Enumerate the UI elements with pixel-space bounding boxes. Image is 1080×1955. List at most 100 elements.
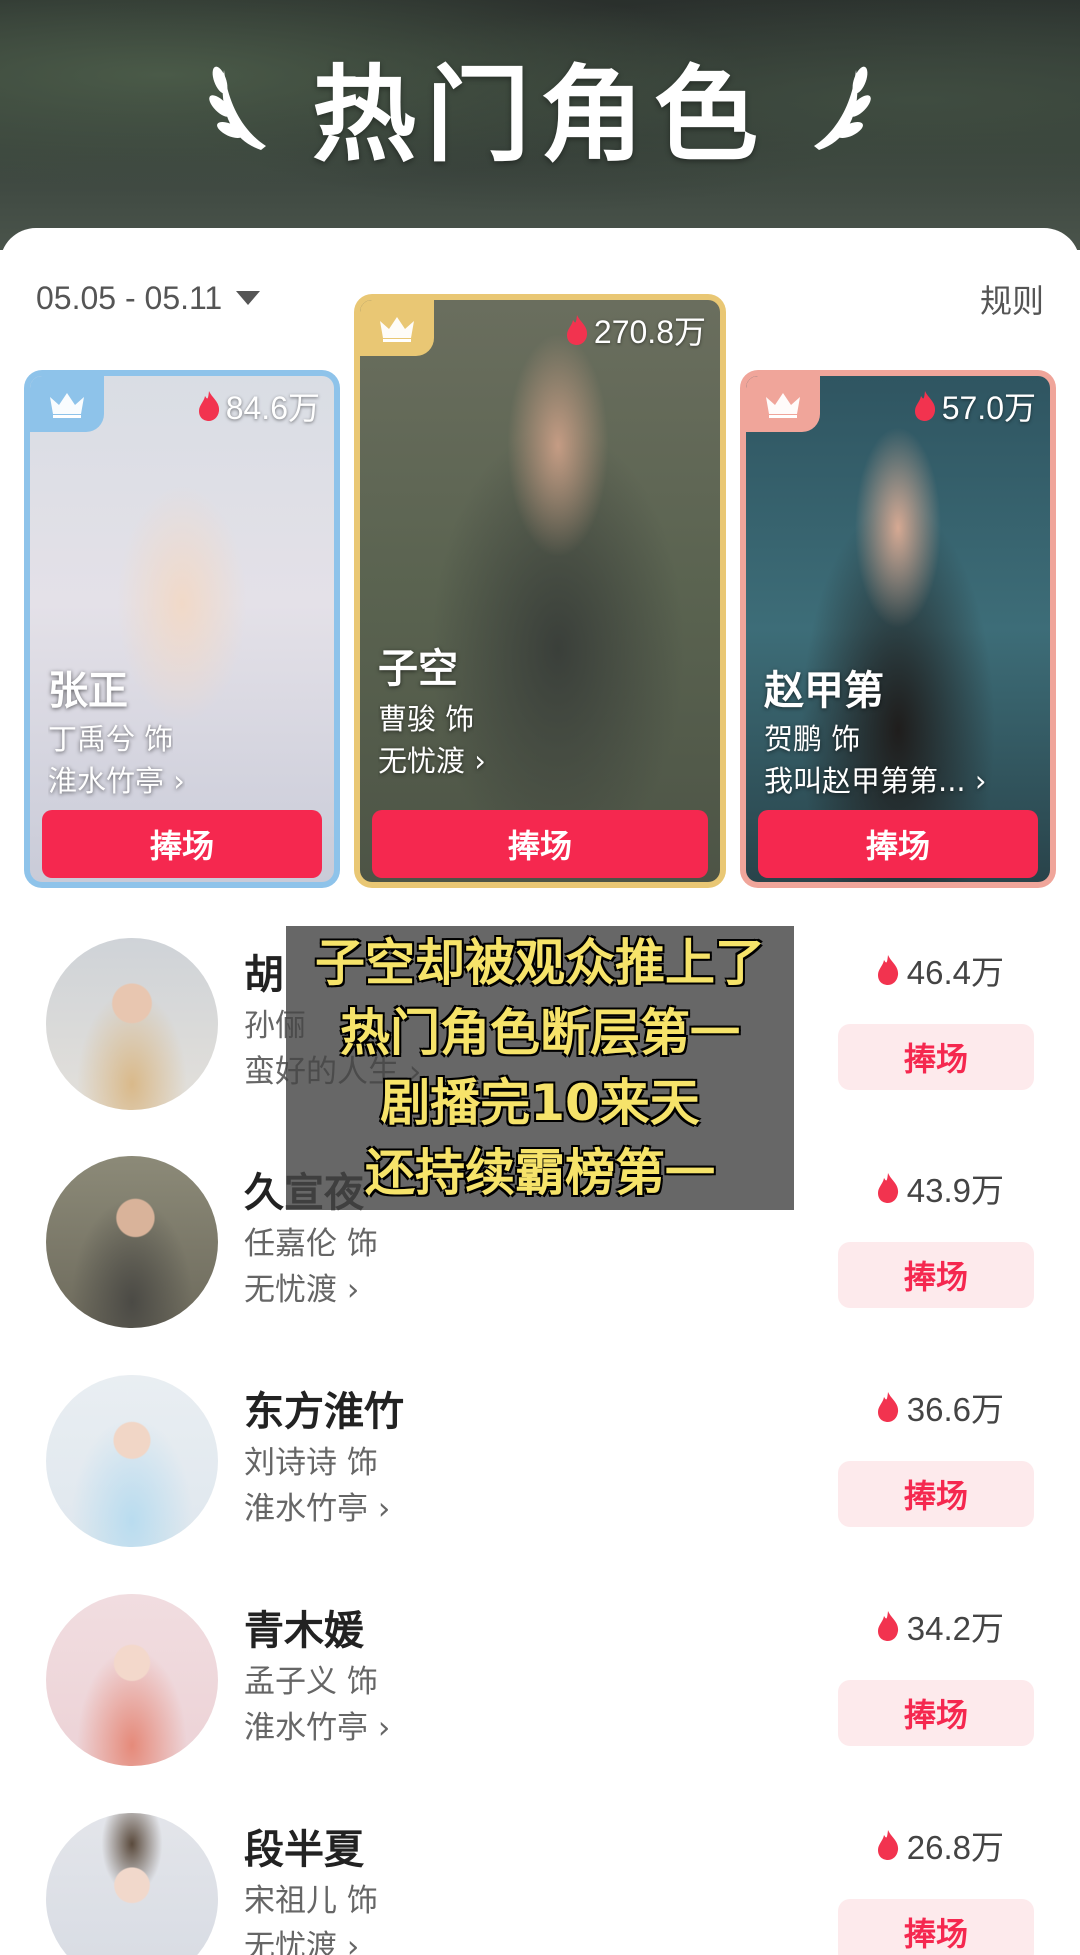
drama-title: 我叫赵甲第第... bbox=[764, 764, 966, 798]
heat-count: 26.8万 bbox=[875, 1823, 1004, 1867]
heat-value: 270.8万 bbox=[593, 314, 706, 350]
laurel-left-icon bbox=[209, 66, 266, 150]
crown-icon bbox=[380, 317, 414, 342]
caption-overlay: 子空却被观众推上了 热门角色断层第一 剧播完10来天 还持续霸榜第一 bbox=[286, 926, 794, 1210]
crown-badge bbox=[746, 376, 820, 432]
character-photo: 84.6万 张正 丁禹兮 饰 淮水竹亭 › 捧场 bbox=[30, 376, 334, 882]
flame-icon bbox=[566, 315, 587, 345]
character-name: 东方淮竹 bbox=[244, 1389, 404, 1435]
list-item[interactable]: 东方淮竹 刘诗诗 饰 淮水竹亭 › 36.6万 捧场 bbox=[0, 1365, 1080, 1547]
avatar bbox=[46, 1156, 218, 1328]
drama-title: 淮水竹亭 bbox=[48, 764, 165, 798]
support-button[interactable]: 捧场 bbox=[838, 1461, 1034, 1527]
date-range-label: 05.05 - 05.11 bbox=[36, 279, 223, 316]
caret-down-icon bbox=[236, 291, 261, 305]
heat-value: 84.6万 bbox=[225, 390, 320, 426]
actor-name: 任嘉伦 饰 bbox=[244, 1226, 378, 1262]
crown-badge bbox=[30, 376, 104, 432]
character-name: 张正 bbox=[48, 668, 128, 714]
heat-value: 34.2万 bbox=[906, 1610, 1004, 1647]
chevron-right-icon: › bbox=[377, 1710, 391, 1746]
actor-name: 孟子义 饰 bbox=[244, 1664, 378, 1700]
drama-link[interactable]: 淮水竹亭 › bbox=[244, 1483, 390, 1528]
laurel-right-icon bbox=[814, 66, 871, 150]
chevron-right-icon: › bbox=[974, 764, 987, 798]
chevron-right-icon: › bbox=[377, 1491, 391, 1527]
heat-count: 84.6万 bbox=[196, 384, 320, 428]
caption-line: 剧播完10来天 bbox=[380, 1074, 700, 1132]
support-button[interactable]: 捧场 bbox=[838, 1899, 1034, 1955]
actor-name: 丁禹兮 饰 bbox=[48, 722, 174, 756]
heat-count: 43.9万 bbox=[875, 1166, 1004, 1210]
drama-link[interactable]: 淮水竹亭 › bbox=[48, 758, 185, 800]
actor-name: 贺鹏 饰 bbox=[764, 722, 861, 756]
chevron-right-icon: › bbox=[474, 744, 486, 778]
avatar bbox=[46, 1813, 218, 1955]
character-name: 赵甲第 bbox=[764, 668, 884, 714]
support-button[interactable]: 捧场 bbox=[372, 810, 708, 878]
flame-icon bbox=[914, 391, 935, 421]
drama-title: 淮水竹亭 bbox=[244, 1491, 368, 1527]
flame-icon bbox=[877, 955, 898, 985]
drama-link[interactable]: 淮水竹亭 › bbox=[244, 1702, 390, 1747]
crown-badge bbox=[360, 300, 434, 356]
flame-icon bbox=[877, 1392, 898, 1422]
actor-name: 曹骏 饰 bbox=[378, 702, 475, 736]
chevron-right-icon: › bbox=[173, 764, 185, 798]
heat-count: 36.6万 bbox=[875, 1385, 1004, 1429]
actor-name: 刘诗诗 饰 bbox=[244, 1445, 378, 1481]
drama-link[interactable]: 无忧渡 › bbox=[244, 1264, 359, 1309]
character-photo: 270.8万 子空 曹骏 饰 无忧渡 › 捧场 bbox=[360, 300, 720, 882]
heat-count: 46.4万 bbox=[875, 948, 1004, 992]
drama-title: 无忧渡 bbox=[244, 1272, 337, 1308]
caption-line: 还持续霸榜第一 bbox=[365, 1144, 715, 1202]
heat-value: 57.0万 bbox=[941, 390, 1036, 426]
drama-title: 淮水竹亭 bbox=[244, 1710, 368, 1746]
actor-name: 宋祖儿 饰 bbox=[244, 1883, 378, 1919]
support-button[interactable]: 捧场 bbox=[758, 810, 1038, 878]
list-item[interactable]: 青木媛 孟子义 饰 淮水竹亭 › 34.2万 捧场 bbox=[0, 1584, 1080, 1766]
page-title: 热门角色 bbox=[311, 53, 768, 176]
heat-value: 43.9万 bbox=[906, 1172, 1004, 1209]
support-button[interactable]: 捧场 bbox=[838, 1024, 1034, 1090]
chevron-right-icon: › bbox=[346, 1929, 360, 1955]
avatar bbox=[46, 1594, 218, 1766]
support-button[interactable]: 捧场 bbox=[42, 810, 322, 878]
rules-link[interactable]: 规则 bbox=[980, 276, 1044, 322]
top-card-rank-2[interactable]: 84.6万 张正 丁禹兮 饰 淮水竹亭 › 捧场 bbox=[24, 370, 340, 888]
chevron-right-icon: › bbox=[346, 1272, 360, 1308]
top-card-rank-3[interactable]: 57.0万 赵甲第 贺鹏 饰 我叫赵甲第第... › 捧场 bbox=[740, 370, 1056, 888]
top-card-rank-1[interactable]: 270.8万 子空 曹骏 饰 无忧渡 › 捧场 bbox=[354, 294, 726, 888]
drama-link[interactable]: 无忧渡 › bbox=[244, 1921, 359, 1955]
heat-count: 57.0万 bbox=[912, 384, 1036, 428]
avatar bbox=[46, 938, 218, 1110]
crown-icon bbox=[50, 393, 84, 418]
heat-value: 36.6万 bbox=[906, 1391, 1004, 1428]
flame-icon bbox=[198, 391, 219, 421]
list-item[interactable]: 段半夏 宋祖儿 饰 无忧渡 › 26.8万 捧场 bbox=[0, 1803, 1080, 1955]
drama-link[interactable]: 无忧渡 › bbox=[378, 738, 486, 780]
date-range-selector[interactable]: 05.05 - 05.11 bbox=[36, 276, 261, 320]
drama-title: 无忧渡 bbox=[244, 1929, 337, 1955]
flame-icon bbox=[877, 1611, 898, 1641]
character-photo: 57.0万 赵甲第 贺鹏 饰 我叫赵甲第第... › 捧场 bbox=[746, 376, 1050, 882]
support-button[interactable]: 捧场 bbox=[838, 1680, 1034, 1746]
header-banner: 热门角色 bbox=[0, 0, 1080, 250]
heat-value: 26.8万 bbox=[906, 1829, 1004, 1866]
heat-count: 34.2万 bbox=[875, 1604, 1004, 1648]
drama-title: 无忧渡 bbox=[378, 744, 466, 778]
flame-icon bbox=[877, 1830, 898, 1860]
character-name: 子空 bbox=[378, 646, 458, 692]
caption-line: 热门角色断层第一 bbox=[340, 1004, 740, 1062]
drama-link[interactable]: 我叫赵甲第第... › bbox=[764, 758, 986, 800]
heat-count: 270.8万 bbox=[564, 308, 706, 352]
avatar bbox=[46, 1375, 218, 1547]
character-name: 胡 bbox=[244, 952, 284, 998]
character-name: 段半夏 bbox=[244, 1827, 364, 1873]
character-name: 青木媛 bbox=[244, 1608, 364, 1654]
support-button[interactable]: 捧场 bbox=[838, 1242, 1034, 1308]
heat-value: 46.4万 bbox=[906, 954, 1004, 991]
crown-icon bbox=[766, 393, 800, 418]
flame-icon bbox=[877, 1173, 898, 1203]
banner-title: 热门角色 bbox=[0, 40, 1080, 176]
